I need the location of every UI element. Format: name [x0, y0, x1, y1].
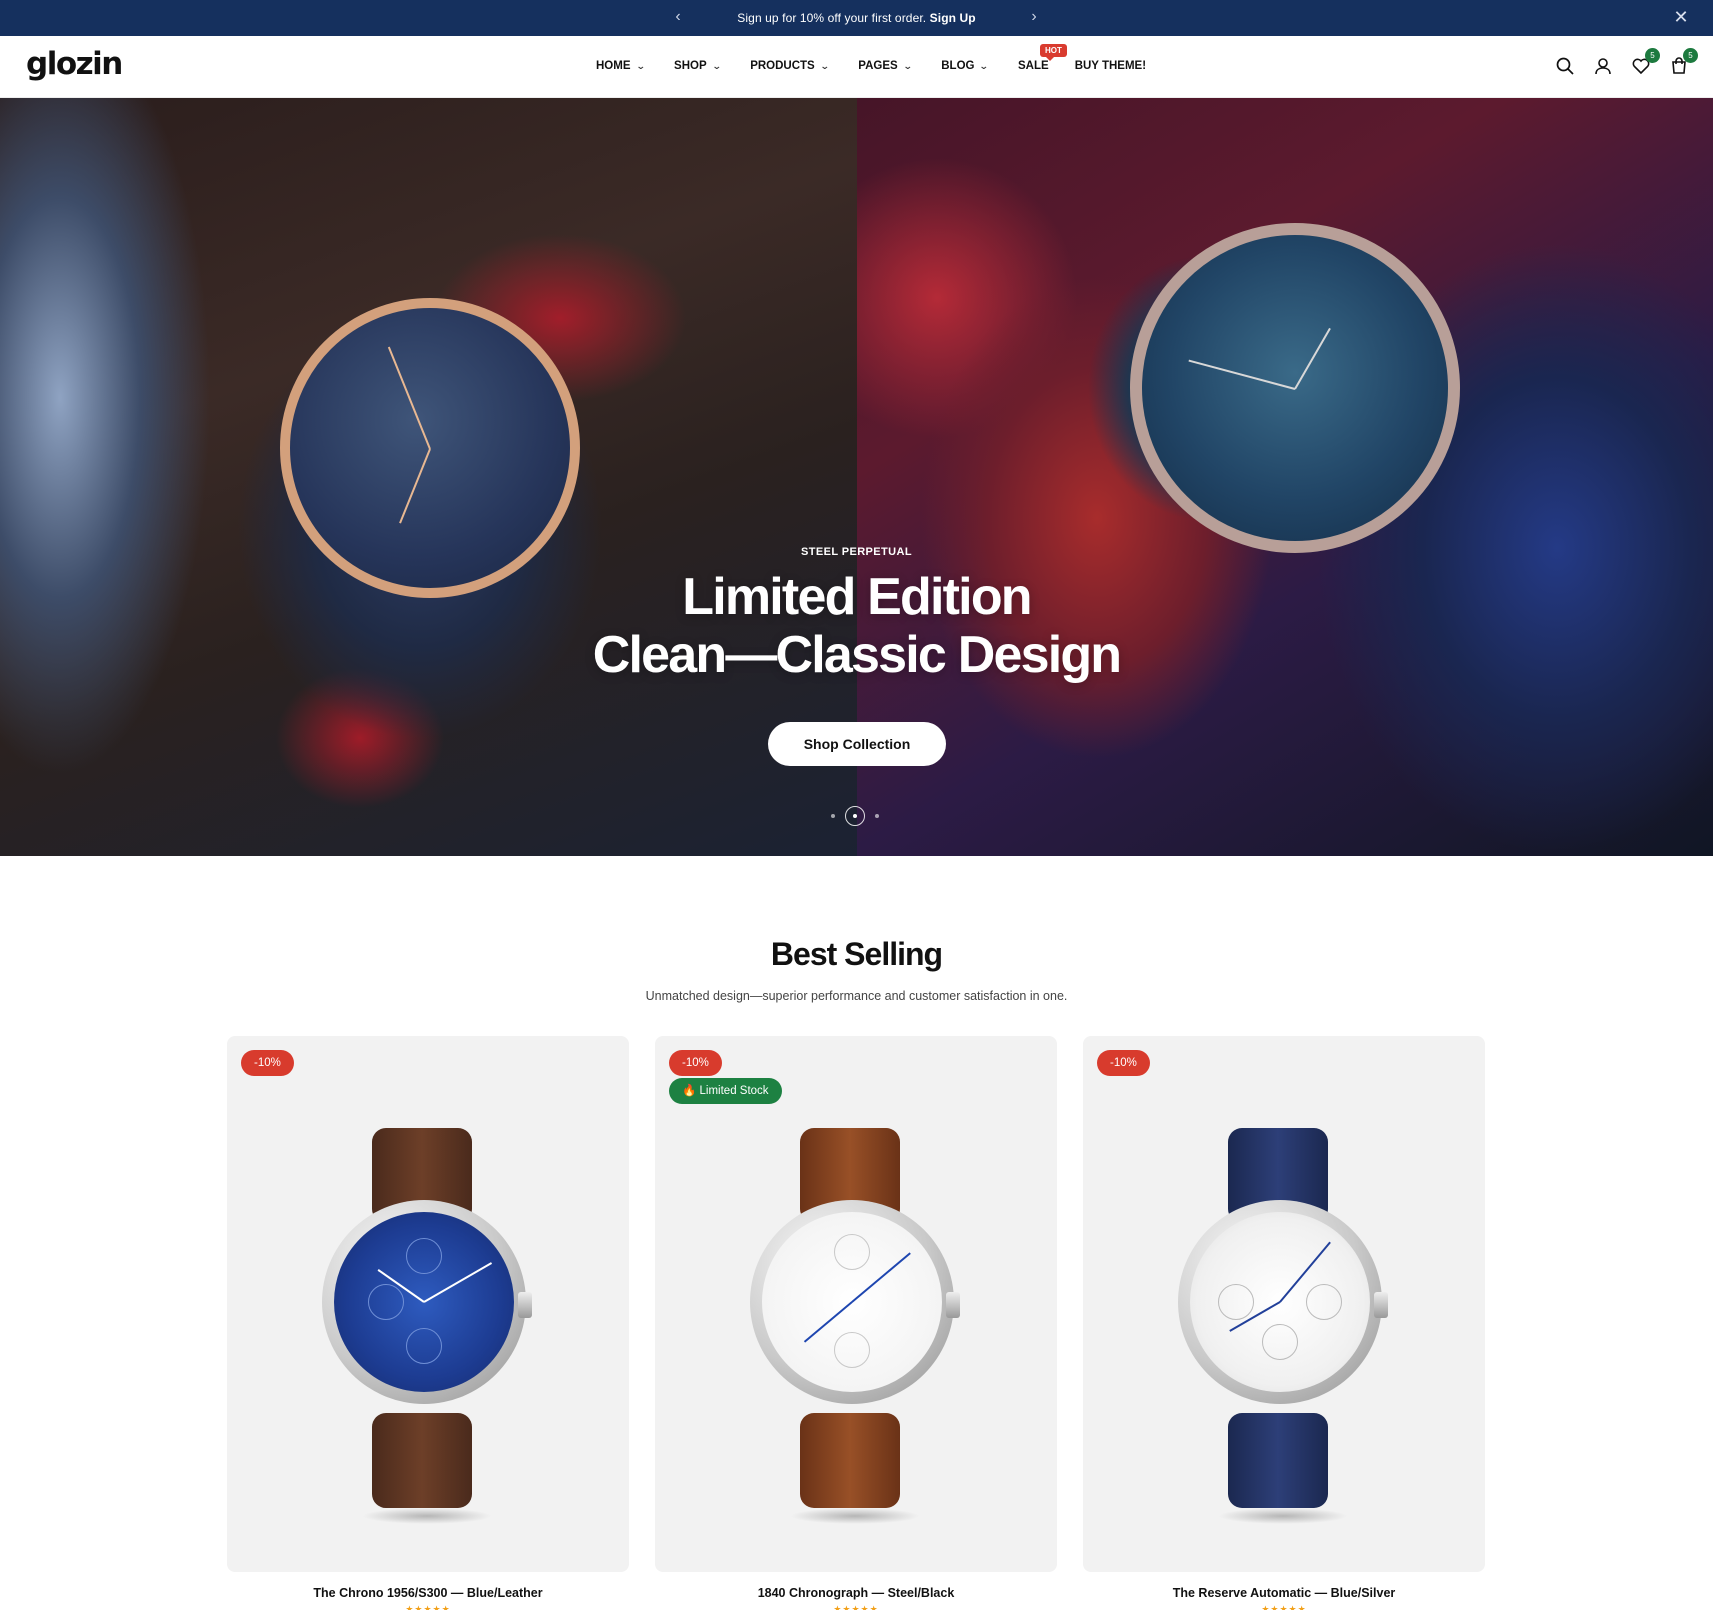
announcement-text: Sign up for 10% off your first order. [737, 11, 927, 25]
watch-dial [762, 1212, 942, 1392]
watch-strap [800, 1413, 900, 1508]
watch-hand [1188, 359, 1296, 390]
product-shadow [1218, 1508, 1348, 1524]
chevron-down-icon: ⌄ [819, 60, 830, 71]
product-shadow [790, 1508, 920, 1524]
nav-label: PAGES [858, 60, 898, 72]
hero-title: Limited Edition Clean—Classic Design [0, 568, 1713, 684]
cart-count: 5 [1683, 48, 1698, 63]
subdial [1306, 1284, 1342, 1320]
hero-eyebrow: STEEL PERPETUAL [801, 546, 912, 558]
watch-crown [1374, 1292, 1388, 1318]
nav-label: SALE [1018, 60, 1049, 72]
nav-label: SHOP [674, 60, 707, 72]
heart-icon[interactable]: 5 [1631, 48, 1660, 76]
nav-item-home[interactable]: HOME ⌄ [596, 60, 646, 72]
product-name[interactable]: 1840 Chronograph — Steel/Black [655, 1586, 1057, 1600]
watch-dial [1190, 1212, 1370, 1392]
product-image [322, 1128, 534, 1524]
limited-stock-badge: 🔥 Limited Stock [669, 1078, 782, 1104]
nav-label: BUY THEME! [1074, 60, 1147, 72]
subdial [406, 1238, 442, 1274]
shop-collection-button[interactable]: Shop Collection [768, 722, 946, 766]
nav-item-sale[interactable]: HOT SALE [1018, 44, 1067, 72]
signup-link[interactable]: Sign Up [930, 11, 976, 25]
nav-label: BLOG [941, 60, 975, 72]
hot-badge: HOT [1040, 44, 1067, 61]
watch-hand [1294, 327, 1331, 390]
nav-item-buy-theme[interactable]: BUY THEME! [1075, 60, 1146, 72]
watch-strap [372, 1413, 472, 1508]
slide-dot-active[interactable] [845, 806, 865, 826]
logo[interactable]: glozin [26, 46, 123, 82]
close-icon[interactable]: ✕ [1671, 7, 1691, 27]
hero-banner: STEEL PERPETUAL Limited Edition Clean—Cl… [0, 98, 1713, 856]
product-shadow [362, 1508, 492, 1524]
slide-dot[interactable] [875, 814, 879, 818]
nav-label: HOME [596, 60, 631, 72]
chevron-down-icon: ⌄ [902, 60, 913, 71]
product-card[interactable]: -10% [227, 1036, 629, 1572]
announcement-message: Sign up for 10% off your first order. Si… [0, 11, 1713, 25]
discount-badge: -10% [1097, 1050, 1150, 1076]
star-rating-icon: ★★★★★ [833, 1604, 879, 1610]
product-name[interactable]: The Chrono 1956/S300 — Blue/Leather [227, 1586, 629, 1600]
product-image [1178, 1128, 1390, 1524]
section-subtitle: Unmatched design—superior performance an… [645, 989, 1068, 1003]
chevron-down-icon: ⌄ [979, 60, 990, 71]
subdial [368, 1284, 404, 1320]
product-card[interactable]: -10% [1083, 1036, 1485, 1572]
product-name[interactable]: The Reserve Automatic — Blue/Silver [1083, 1586, 1485, 1600]
watch-dial [334, 1212, 514, 1392]
slide-dot[interactable] [831, 814, 835, 818]
site-header: glozin HOME ⌄ SHOP ⌄ PRODUCTS ⌄ PAGES ⌄ BLOG… [0, 36, 1713, 98]
product-card[interactable]: -10% 🔥 Limited Stock [655, 1036, 1057, 1572]
discount-badge: -10% [669, 1050, 722, 1076]
chevron-down-icon: ⌄ [711, 60, 722, 71]
cart-icon[interactable]: 5 [1669, 48, 1698, 76]
hero-title-line2: Clean—Classic Design [592, 626, 1122, 684]
nav-item-shop[interactable]: SHOP ⌄ [674, 60, 722, 72]
wishlist-count: 5 [1645, 48, 1660, 63]
subdial [1262, 1324, 1298, 1360]
search-icon[interactable] [1555, 56, 1575, 76]
star-rating-icon: ★★★★★ [1261, 1604, 1307, 1610]
announcement-bar: ‹ Sign up for 10% off your first order. … [0, 0, 1713, 36]
hero-title-line1: Limited Edition [682, 568, 1032, 626]
product-image [750, 1128, 962, 1524]
watch-crown [518, 1292, 532, 1318]
chevron-right-icon[interactable]: › [1024, 7, 1044, 27]
watch-hand [387, 346, 431, 450]
main-nav: HOME ⌄ SHOP ⌄ PRODUCTS ⌄ PAGES ⌄ BLOG ⌄ HOT SA… [596, 44, 1176, 72]
watch-hand [399, 448, 431, 524]
chevron-down-icon: ⌄ [635, 60, 646, 71]
nav-item-pages[interactable]: PAGES ⌄ [858, 60, 913, 72]
nav-label: PRODUCTS [750, 60, 815, 72]
subdial [1218, 1284, 1254, 1320]
subdial [834, 1332, 870, 1368]
star-rating-icon: ★★★★★ [405, 1604, 451, 1610]
watch-crown [946, 1292, 960, 1318]
discount-badge: -10% [241, 1050, 294, 1076]
subdial [406, 1328, 442, 1364]
hero-watch-right [1130, 223, 1460, 553]
account-icon[interactable] [1593, 56, 1613, 76]
watch-strap [1228, 1413, 1328, 1508]
header-icons: 5 5 [1555, 48, 1698, 76]
nav-item-blog[interactable]: BLOG ⌄ [941, 60, 990, 72]
subdial [834, 1234, 870, 1270]
slider-dots [831, 806, 879, 826]
section-title: Best Selling [770, 936, 943, 972]
nav-item-products[interactable]: PRODUCTS ⌄ [750, 60, 830, 72]
